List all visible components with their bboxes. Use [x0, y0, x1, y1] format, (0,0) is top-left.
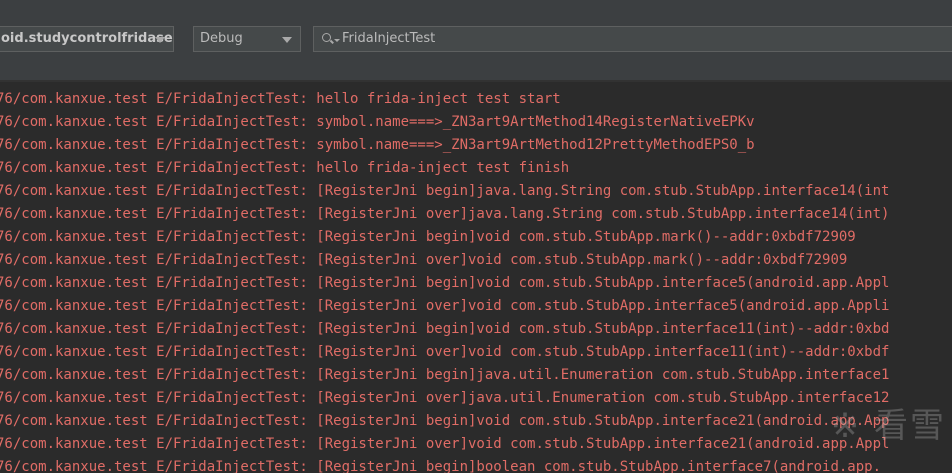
log-line: 76/com.kanxue.test E/FridaInjectTest: [R… [0, 206, 890, 222]
log-line: 76/com.kanxue.test E/FridaInjectTest: [R… [0, 413, 890, 429]
chevron-down-icon[interactable] [155, 37, 165, 43]
search-icon[interactable] [322, 33, 340, 45]
chevron-down-icon[interactable] [282, 37, 292, 43]
log-level-label: Debug [200, 31, 243, 46]
log-line: 76/com.kanxue.test E/FridaInjectTest: [R… [0, 183, 890, 199]
search-input-value: FridaInjectTest [342, 31, 436, 46]
log-line: 76/com.kanxue.test E/FridaInjectTest: sy… [0, 114, 755, 130]
log-line: 76/com.kanxue.test E/FridaInjectTest: he… [0, 91, 561, 107]
log-line: 76/com.kanxue.test E/FridaInjectTest: sy… [0, 137, 755, 153]
log-line: 76/com.kanxue.test E/FridaInjectTest: [R… [0, 390, 890, 406]
search-input[interactable]: FridaInjectTest [313, 26, 952, 52]
log-line: 76/com.kanxue.test E/FridaInjectTest: [R… [0, 459, 882, 473]
log-line: 76/com.kanxue.test E/FridaInjectTest: [R… [0, 367, 890, 383]
log-line: 76/com.kanxue.test E/FridaInjectTest: he… [0, 160, 570, 176]
logcat-output[interactable]: 76/com.kanxue.test E/FridaInjectTest: he… [0, 82, 952, 473]
log-line: 76/com.kanxue.test E/FridaInjectTest: [R… [0, 436, 890, 452]
process-selector-label: oid.studycontrolfridaser [1, 31, 174, 46]
log-line: 76/com.kanxue.test E/FridaInjectTest: [R… [0, 275, 890, 291]
process-selector[interactable]: oid.studycontrolfridaser [0, 26, 174, 52]
log-level-selector[interactable]: Debug [193, 26, 301, 52]
log-line: 76/com.kanxue.test E/FridaInjectTest: [R… [0, 229, 856, 245]
log-line: 76/com.kanxue.test E/FridaInjectTest: [R… [0, 298, 890, 314]
watermark: ※ 看雪 [830, 406, 946, 446]
logcat-toolbar: oid.studycontrolfridaser Debug FridaInje… [0, 0, 952, 80]
log-line: 76/com.kanxue.test E/FridaInjectTest: [R… [0, 252, 848, 268]
log-line: 76/com.kanxue.test E/FridaInjectTest: [R… [0, 344, 890, 360]
log-line: 76/com.kanxue.test E/FridaInjectTest: [R… [0, 321, 890, 337]
